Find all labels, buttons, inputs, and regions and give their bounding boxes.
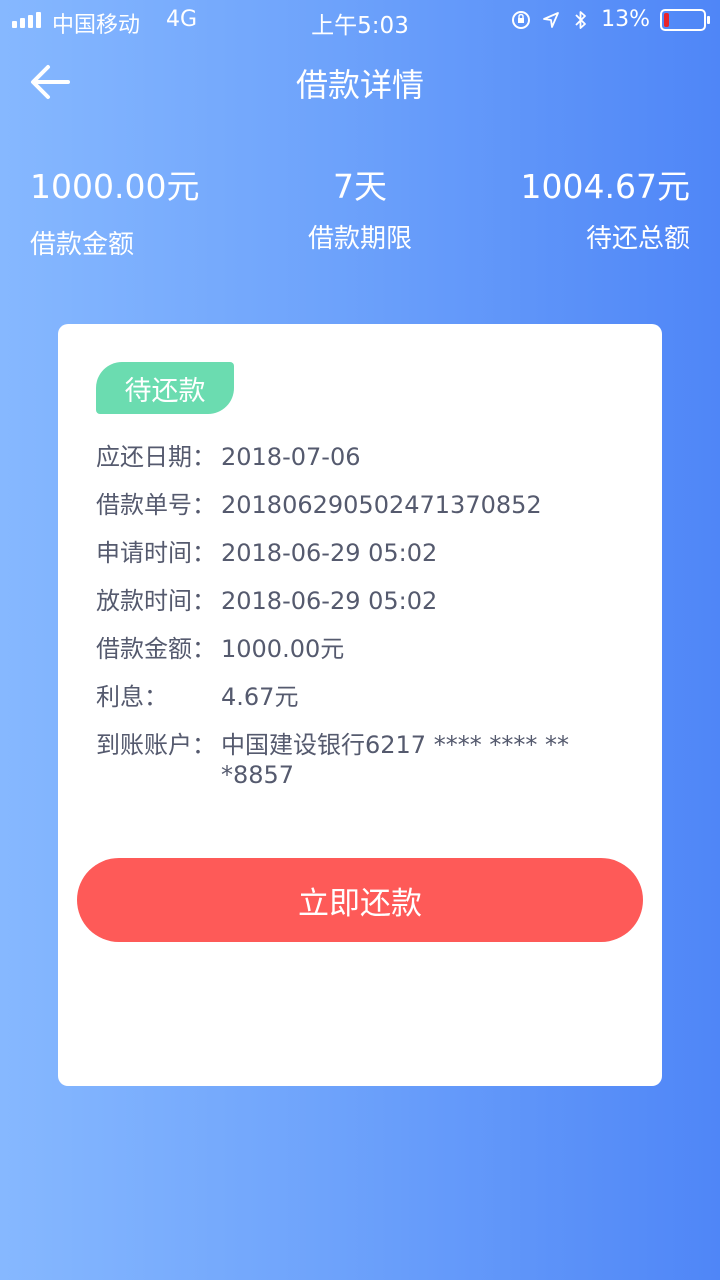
loan-detail-card: 待还款 应还日期： 2018-07-06 借款单号： 2018062905024… xyxy=(58,324,662,1086)
row-label: 放款时间： xyxy=(96,587,216,615)
total-value: 1004.67元 xyxy=(520,167,690,206)
repay-now-button[interactable]: 立即还款 xyxy=(77,858,643,942)
amount-value: 1000.00元 xyxy=(30,167,200,206)
row-value: 2018-07-06 xyxy=(221,443,361,471)
row-value: 1000.00元 xyxy=(221,635,345,663)
row-value: 20180629050247137085​2 xyxy=(221,491,542,519)
battery-icon xyxy=(660,8,710,31)
battery-level xyxy=(664,12,669,27)
status-right-group: 13% xyxy=(511,7,710,32)
row-label: 申请时间： xyxy=(96,539,216,567)
row-value: 4.67元 xyxy=(221,683,299,711)
battery-percent: 13% xyxy=(601,7,650,32)
row-label: 借款单号： xyxy=(96,491,216,519)
status-bar: 中国移动 4G 上午5:03 13% xyxy=(0,0,720,40)
summary-term: 7天 借款期限 xyxy=(260,160,460,255)
row-label: 借款金额： xyxy=(96,635,216,663)
orientation-lock-icon xyxy=(511,10,531,30)
row-value: 中国建设银行6217 **** **** ***8857 xyxy=(221,731,569,789)
nav-bar: 借款详情 xyxy=(0,48,720,114)
detail-rows: 应还日期： 2018-07-06 借款单号： 20180629050247137… xyxy=(96,442,636,808)
detail-row-apply-time: 申请时间： 2018-06-29 05:02 xyxy=(96,538,636,568)
location-arrow-icon xyxy=(541,10,561,30)
detail-row-loan-number: 借款单号： 20180629050247137085​2 xyxy=(96,490,636,520)
detail-row-due-date: 应还日期： 2018-07-06 xyxy=(96,442,636,472)
bluetooth-icon xyxy=(571,10,591,30)
detail-row-account: 到账账户： 中国建设银行6217 **** **** ***8857 xyxy=(96,730,636,790)
total-label: 待还总额 xyxy=(585,224,690,254)
row-label: 利息： xyxy=(96,683,168,711)
term-value: 7天 xyxy=(333,167,387,206)
summary-total: 1004.67元 待还总额 xyxy=(521,160,690,255)
amount-label: 借款金额 xyxy=(30,230,135,260)
term-label: 借款期限 xyxy=(307,224,412,254)
row-value: 2018-06-29 05:02 xyxy=(221,539,438,567)
loan-summary: 1000.00元 借款金额 7天 借款期限 1004.67元 待还总额 xyxy=(0,160,720,270)
status-badge: 待还款 xyxy=(96,362,234,414)
detail-row-interest: 利息： 4.67元 xyxy=(96,682,636,712)
detail-row-disburse-time: 放款时间： 2018-06-29 05:02 xyxy=(96,586,636,616)
row-value: 2018-06-29 05:02 xyxy=(221,587,438,615)
detail-row-loan-amount: 借款金额： 1000.00元 xyxy=(96,634,636,664)
summary-amount: 1000.00元 借款金额 xyxy=(30,160,199,261)
row-label: 到账账户： xyxy=(96,731,216,759)
page-title: 借款详情 xyxy=(295,66,424,104)
row-label: 应还日期： xyxy=(96,443,216,471)
